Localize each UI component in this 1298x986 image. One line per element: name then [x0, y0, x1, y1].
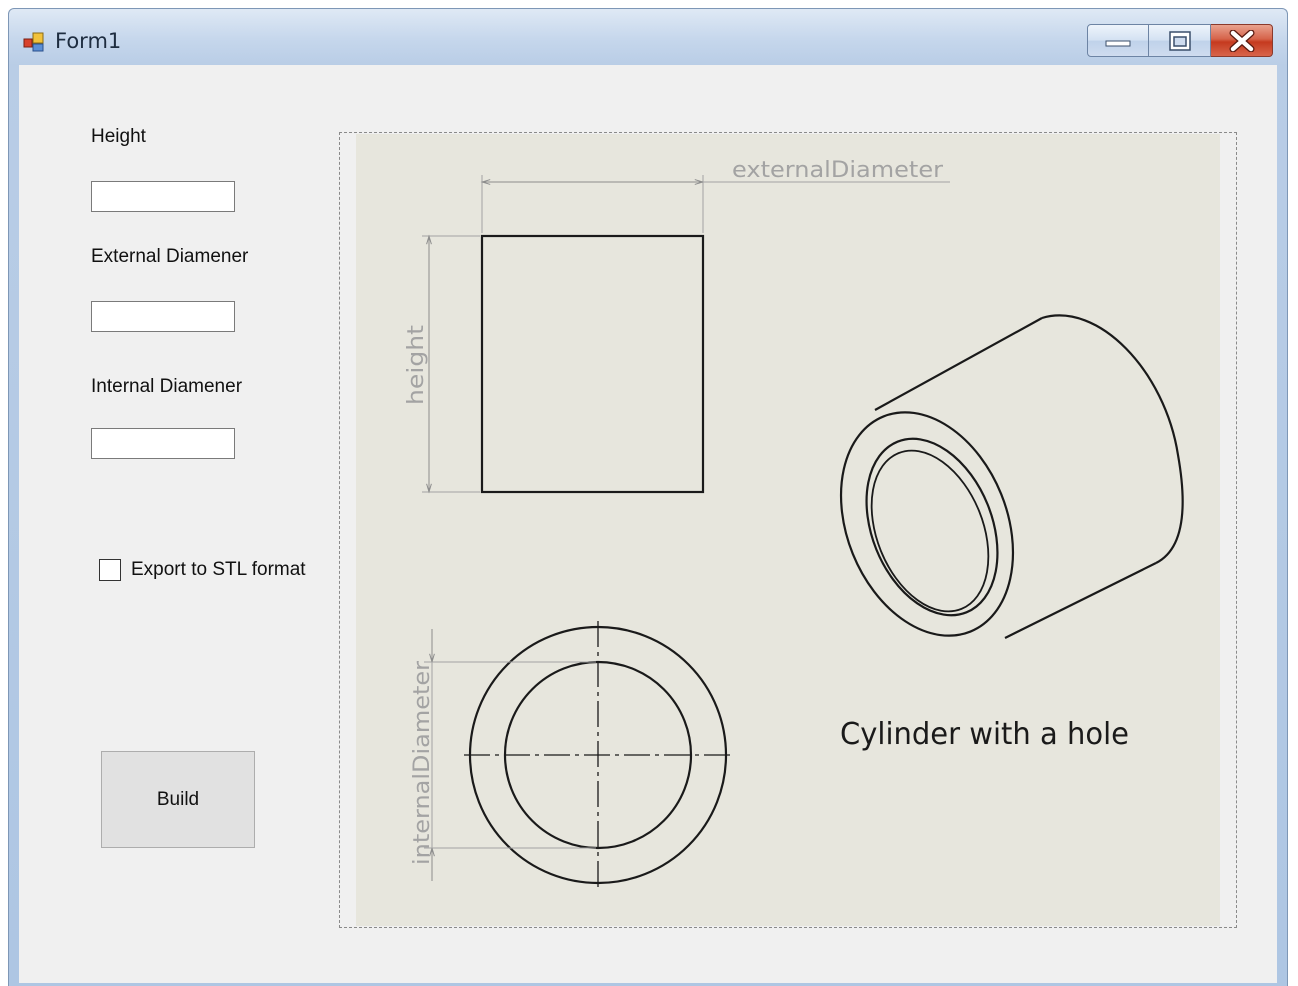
internal-diameter-input[interactable]	[91, 428, 235, 459]
height-label: Height	[91, 126, 146, 147]
cylinder-bottom-edge	[1004, 562, 1157, 639]
top-view	[464, 621, 732, 889]
isometric-cylinder	[839, 314, 1184, 639]
caption-buttons	[1087, 24, 1273, 57]
height-input[interactable]	[91, 181, 235, 212]
minimize-button[interactable]	[1087, 24, 1149, 57]
cylinder-hole-inner	[870, 449, 990, 613]
app-window: Form1 Height External Diamener Internal …	[8, 8, 1288, 986]
internal-diameter-label: Internal Diamener	[91, 376, 243, 397]
internal-diameter-dim-text: internalDiameter	[410, 660, 435, 865]
cylinder-hole-rim	[865, 437, 999, 617]
front-view-rect	[480, 234, 705, 494]
export-stl-label[interactable]: Export to STL format	[131, 559, 306, 581]
export-stl-checkbox[interactable]	[99, 559, 121, 581]
cylinder-back-outline	[1041, 314, 1184, 564]
build-button[interactable]: Build	[101, 751, 255, 848]
form-client-area: Height External Diamener Internal Diamen…	[19, 65, 1277, 983]
external-diameter-dim-text: externalDiameter	[732, 158, 944, 183]
export-stl-checkbox-row[interactable]: Export to STL format	[99, 559, 306, 581]
drawing-picture-box: externalDiameter height internalDiameter…	[339, 132, 1237, 928]
close-icon	[1229, 29, 1254, 52]
window-title: Form1	[55, 29, 122, 53]
drawing-caption: Cylinder with a hole	[840, 717, 1129, 752]
cylinder-drawing: externalDiameter height internalDiameter…	[404, 158, 1184, 889]
external-diameter-dimension: externalDiameter	[480, 158, 950, 233]
title-bar[interactable]: Form1	[9, 9, 1287, 67]
maximize-button[interactable]	[1149, 24, 1211, 57]
height-dim-text: height	[404, 325, 429, 405]
cylinder-outer-ring	[839, 411, 1015, 637]
close-button[interactable]	[1211, 24, 1273, 57]
height-dimension: height	[404, 234, 480, 494]
app-icon	[23, 31, 45, 53]
external-diameter-label: External Diamener	[91, 246, 249, 267]
minimize-icon	[1105, 40, 1131, 46]
external-diameter-input[interactable]	[91, 301, 235, 332]
cylinder-top-edge	[874, 317, 1043, 411]
maximize-icon	[1168, 30, 1191, 51]
